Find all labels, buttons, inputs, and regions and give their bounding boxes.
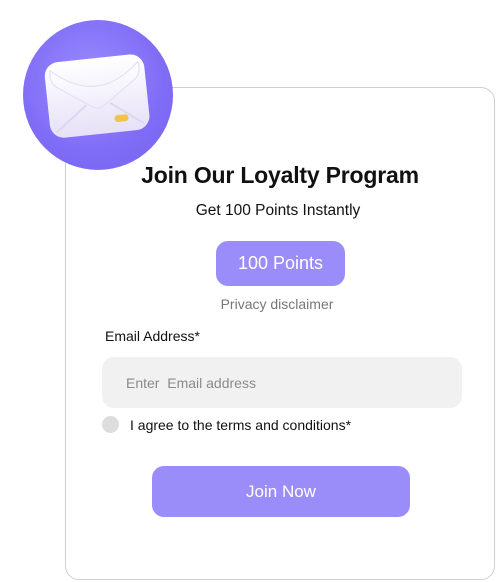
- email-field[interactable]: [102, 357, 462, 408]
- points-badge: 100 Points: [216, 241, 345, 286]
- page-subtitle: Get 100 Points Instantly: [195, 202, 361, 219]
- envelope-badge: [23, 20, 173, 170]
- terms-label: I agree to the terms and conditions*: [130, 417, 352, 433]
- privacy-disclaimer-link[interactable]: Privacy disclaimer: [210, 296, 344, 312]
- envelope-icon: [44, 54, 150, 138]
- email-field-label: Email Address*: [105, 328, 200, 344]
- terms-checkbox[interactable]: [102, 416, 119, 433]
- join-now-button[interactable]: Join Now: [152, 466, 410, 517]
- loyalty-signup-widget: Join Our Loyalty Program Get 100 Points …: [0, 0, 497, 582]
